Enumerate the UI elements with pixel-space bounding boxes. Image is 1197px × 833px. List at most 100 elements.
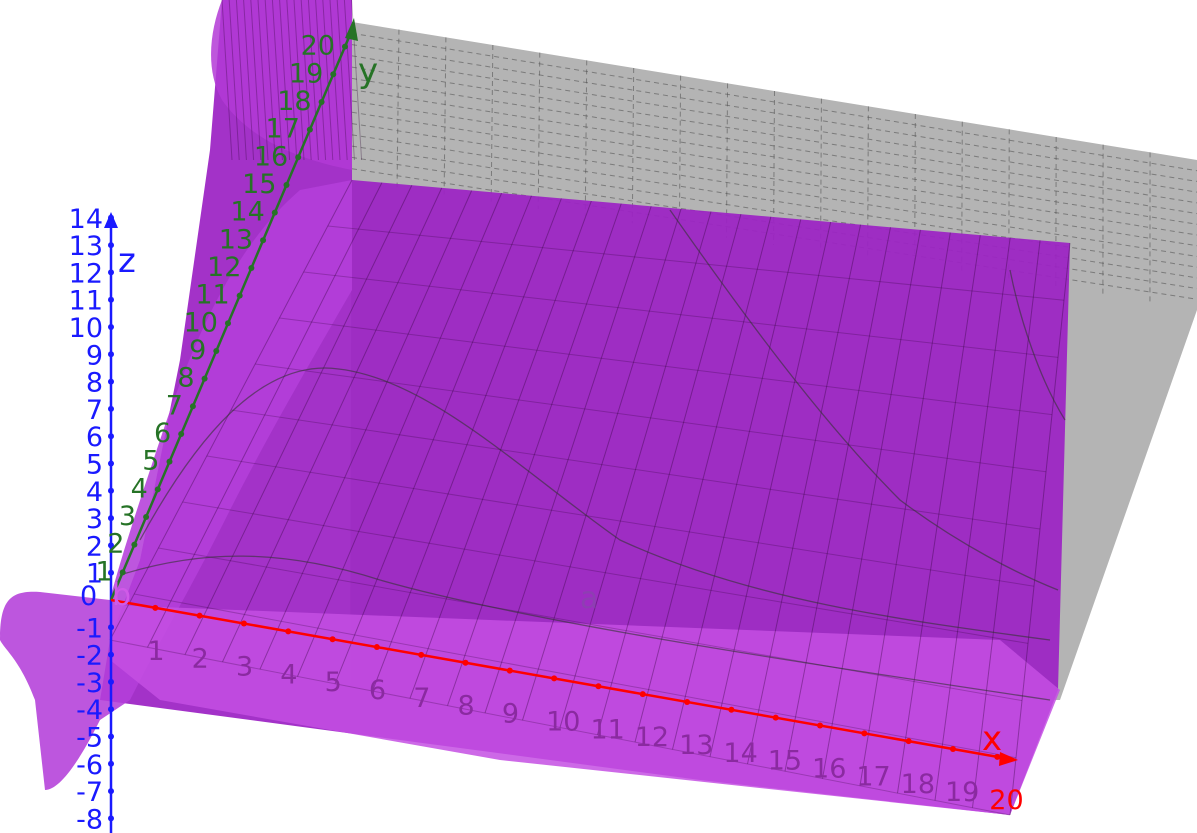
z-tick-mark (108, 515, 114, 522)
x-tick-mark (240, 620, 247, 627)
z-tick-mark (108, 351, 114, 358)
y-tick-label: 12 (207, 252, 241, 283)
y-tick-label: 11 (195, 280, 229, 311)
x-tick-label: 16 (812, 753, 846, 784)
y-tick-label: 14 (230, 197, 264, 228)
y-tick-mark (119, 569, 126, 576)
surface-b-label: b (112, 578, 131, 613)
x-tick-label: 3 (236, 652, 253, 683)
x-tick-label: 4 (280, 659, 297, 690)
y-tick-mark (330, 71, 337, 78)
graphics-3d-view[interactable]: -9-8-7-6-5-4-3-2-11234567891011121314z 1… (0, 0, 1197, 833)
x-tick-mark (595, 683, 602, 690)
x-tick-label: 15 (768, 746, 802, 777)
y-tick-label: 9 (189, 335, 206, 366)
x-tick-mark (418, 651, 425, 658)
y-tick-mark (271, 209, 278, 216)
y-axis-label: y (358, 51, 378, 91)
z-tick-mark (108, 324, 114, 330)
x-tick-label: 2 (192, 644, 209, 675)
x-tick-label: 20 (989, 785, 1023, 816)
y-tick-mark (248, 264, 255, 271)
y-tick-label: 15 (242, 169, 276, 200)
z-tick-label: -5 (76, 723, 103, 754)
z-tick-label: 11 (69, 286, 103, 317)
z-tick-mark (108, 405, 114, 412)
z-tick-mark (108, 651, 114, 658)
y-tick-label: 10 (184, 307, 218, 338)
x-tick-mark (728, 706, 735, 713)
z-tick-label: -2 (76, 641, 103, 672)
y-tick-mark (189, 403, 196, 410)
y-tick-label: 1 (96, 556, 113, 587)
x-tick-mark (949, 746, 956, 753)
x-tick-label: 5 (325, 667, 342, 698)
x-tick-mark (772, 714, 779, 721)
y-tick-mark (341, 43, 348, 50)
z-tick-label: 6 (86, 422, 103, 453)
z-tick-label: -6 (76, 750, 103, 781)
z-tick-label: -7 (76, 777, 103, 808)
z-tick-mark (108, 760, 114, 767)
y-tick-mark (318, 98, 325, 105)
y-tick-mark (178, 430, 185, 437)
y-tick-mark (283, 181, 290, 188)
x-tick-label: 19 (945, 777, 979, 808)
z-tick-mark (108, 733, 114, 740)
y-tick-mark (306, 126, 313, 133)
x-tick-label: 14 (723, 738, 757, 769)
y-tick-mark (295, 154, 302, 161)
x-tick-label: 11 (590, 714, 624, 745)
z-tick-label: 13 (69, 231, 103, 262)
y-tick-mark (260, 237, 267, 244)
x-tick-label: 9 (502, 699, 519, 730)
x-tick-label: 12 (635, 722, 669, 753)
x-tick-mark (639, 691, 646, 698)
z-tick-mark (108, 214, 114, 221)
z-tick-label: 10 (69, 313, 103, 344)
x-tick-label: 17 (856, 761, 890, 792)
z-tick-mark (108, 460, 114, 467)
x-tick-mark (905, 738, 912, 745)
z-tick-mark (108, 487, 114, 494)
z-tick-label: -4 (76, 695, 103, 726)
x-tick-mark (152, 604, 159, 611)
y-tick-mark (143, 513, 150, 520)
x-tick-label: 13 (679, 730, 713, 761)
y-tick-mark (224, 320, 231, 327)
y-tick-mark (201, 375, 208, 382)
y-tick-mark (213, 347, 220, 354)
y-tick-label: 5 (142, 446, 159, 477)
y-tick-label: 2 (107, 529, 124, 560)
z-tick-label: 8 (86, 368, 103, 399)
z-tick-label: 14 (69, 204, 103, 235)
y-tick-label: 3 (119, 501, 136, 532)
x-tick-mark (196, 612, 203, 619)
y-tick-label: 19 (289, 58, 323, 89)
z-tick-label: 12 (69, 258, 103, 289)
z-tick-mark (108, 624, 114, 631)
y-tick-label: 17 (266, 114, 300, 145)
x-tick-mark (462, 659, 469, 666)
z-axis-label: z (118, 241, 136, 281)
z-tick-label: -8 (76, 804, 103, 833)
x-tick-label: 18 (901, 769, 935, 800)
y-tick-label: 20 (301, 31, 335, 62)
origin-label: 0 (80, 581, 97, 612)
x-tick-label: 10 (546, 706, 580, 737)
y-tick-mark (236, 292, 243, 299)
x-tick-mark (684, 698, 691, 705)
z-tick-mark (108, 678, 114, 685)
y-tick-label: 6 (154, 418, 171, 449)
x-tick-mark (373, 644, 380, 651)
z-tick-label: -1 (76, 613, 103, 644)
plane-a-label: a (580, 581, 598, 616)
x-tick-label: 8 (458, 691, 475, 722)
z-tick-mark (108, 815, 114, 822)
z-tick-mark (108, 433, 114, 440)
x-tick-mark (551, 675, 558, 682)
x-tick-label: 1 (147, 636, 164, 667)
z-tick-label: 7 (86, 395, 103, 426)
z-tick-label: -3 (76, 668, 103, 699)
y-tick-label: 8 (177, 363, 194, 394)
